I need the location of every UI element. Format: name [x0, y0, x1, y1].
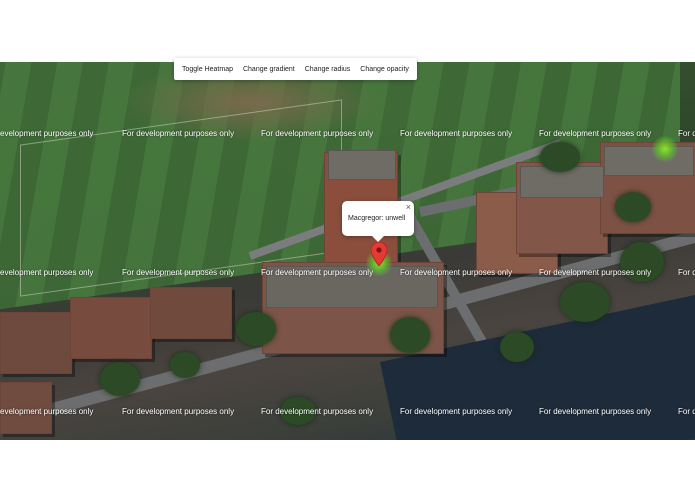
dev-watermark: For development purposes only — [122, 268, 235, 277]
tree — [390, 317, 430, 353]
change-gradient-button[interactable]: Change gradient — [238, 62, 299, 76]
dev-watermark: For development purposes only — [400, 268, 513, 277]
tree — [100, 362, 140, 396]
dev-watermark: evelopment purposes only — [0, 407, 94, 416]
map-view[interactable]: evelopment purposes only For development… — [0, 62, 695, 440]
tree — [236, 312, 276, 346]
dev-watermark: For development purposes only — [261, 129, 374, 138]
dev-watermark: For development purposes only — [122, 129, 235, 138]
house-building — [150, 287, 232, 339]
tree — [170, 352, 200, 378]
change-radius-button[interactable]: Change radius — [300, 62, 355, 76]
dev-watermark: For development purposes only — [261, 268, 374, 277]
toggle-heatmap-button[interactable]: Toggle Heatmap — [178, 62, 237, 76]
heatmap-point — [652, 136, 678, 162]
map-pin-icon[interactable] — [370, 241, 388, 267]
dev-watermark: For development purposes only — [261, 407, 374, 416]
tree — [560, 282, 610, 322]
dev-watermark: evelopment purposes only — [0, 268, 94, 277]
close-icon[interactable]: × — [406, 202, 411, 212]
tower-roof — [328, 150, 396, 180]
dev-watermark: evelopment purposes only — [0, 129, 94, 138]
info-window: × Macgregor: unwell — [342, 201, 414, 242]
dev-watermark: For development purposes only — [539, 268, 652, 277]
tree — [540, 142, 580, 172]
dev-watermark: For d — [678, 407, 695, 416]
dev-watermark: For development purposes only — [539, 407, 652, 416]
dev-watermark: For development purposes only — [400, 407, 513, 416]
heatmap-controls: Toggle Heatmap Change gradient Change ra… — [174, 58, 417, 80]
dev-watermark: For development purposes only — [122, 407, 235, 416]
dev-watermark: For development purposes only — [400, 129, 513, 138]
dev-watermark: For d — [678, 268, 695, 277]
info-window-text: Macgregor: unwell — [348, 215, 406, 222]
house-building — [0, 312, 72, 374]
dev-watermark: For d — [678, 129, 695, 138]
change-opacity-button[interactable]: Change opacity — [356, 62, 413, 76]
dorm-roof — [604, 146, 694, 176]
dev-watermark: For development purposes only — [539, 129, 652, 138]
tree — [615, 192, 651, 222]
house-building — [70, 297, 152, 359]
tree — [500, 332, 534, 362]
